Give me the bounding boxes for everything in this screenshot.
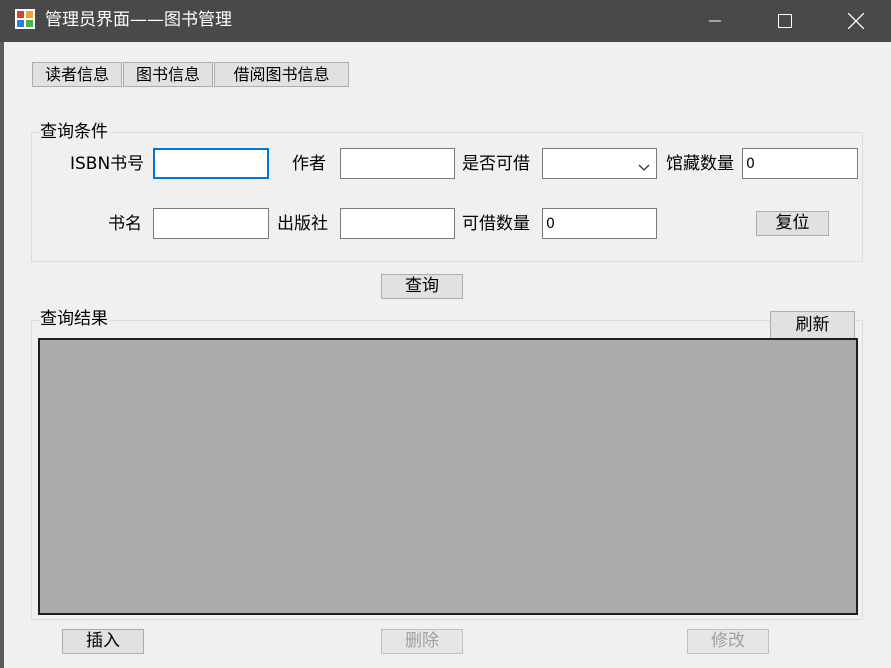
- window-title: 管理员界面——图书管理: [45, 10, 232, 30]
- window-left-edge: [0, 42, 4, 668]
- publisher-label: 出版社: [277, 214, 328, 234]
- borrowable-select[interactable]: [542, 148, 657, 179]
- results-grid[interactable]: [38, 338, 858, 615]
- chevron-down-icon: [638, 158, 650, 177]
- maximize-button[interactable]: [750, 0, 820, 42]
- minimize-icon: [709, 15, 721, 27]
- collection-count-input[interactable]: [742, 148, 858, 179]
- collection-count-label: 馆藏数量: [666, 154, 734, 174]
- refresh-button[interactable]: 刷新: [770, 311, 855, 339]
- minimize-button[interactable]: [680, 0, 750, 42]
- title-bar: 管理员界面——图书管理: [0, 0, 891, 42]
- modify-button[interactable]: 修改: [687, 629, 769, 654]
- delete-button[interactable]: 删除: [381, 629, 463, 654]
- reset-button[interactable]: 复位: [756, 211, 829, 236]
- query-results-legend: 查询结果: [40, 309, 110, 329]
- publisher-input[interactable]: [340, 208, 455, 239]
- author-label: 作者: [292, 154, 326, 174]
- close-button[interactable]: [821, 0, 891, 42]
- query-button[interactable]: 查询: [381, 274, 463, 299]
- tab-book-info[interactable]: 图书信息: [123, 62, 213, 87]
- insert-button[interactable]: 插入: [62, 629, 144, 654]
- borrowable-label: 是否可借: [462, 154, 530, 174]
- book-title-label: 书名: [108, 214, 142, 234]
- maximize-icon: [778, 14, 792, 28]
- app-icon[interactable]: [15, 9, 35, 29]
- isbn-label: ISBN书号: [70, 154, 145, 174]
- author-input[interactable]: [340, 148, 455, 179]
- close-icon: [848, 13, 864, 29]
- book-title-input[interactable]: [153, 208, 269, 239]
- tab-borrow-info[interactable]: 借阅图书信息: [214, 62, 349, 87]
- isbn-input[interactable]: [153, 148, 269, 179]
- query-conditions-legend: 查询条件: [40, 122, 110, 142]
- available-count-label: 可借数量: [462, 214, 530, 234]
- tab-reader-info[interactable]: 读者信息: [32, 62, 122, 87]
- available-count-input[interactable]: [542, 208, 657, 239]
